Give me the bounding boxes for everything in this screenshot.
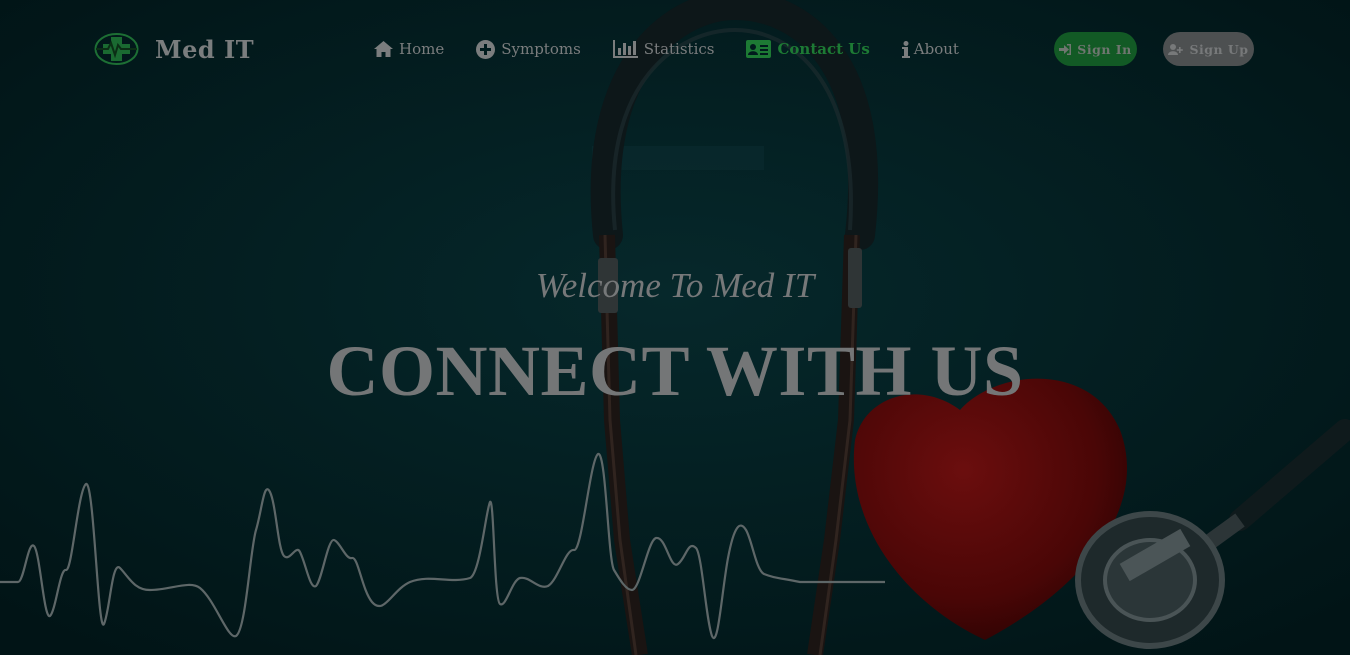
nav-contact-us-label: Contact Us — [777, 40, 870, 58]
heartbeat-line-graphic — [0, 452, 885, 640]
sign-in-button[interactable]: Sign In — [1054, 32, 1137, 66]
nav-statistics-label: Statistics — [643, 40, 715, 58]
brand[interactable]: Med IT — [94, 31, 254, 67]
sign-up-label: Sign Up — [1189, 41, 1249, 57]
brand-name: Med IT — [155, 34, 255, 64]
nav-symptoms-label: Symptoms — [501, 40, 581, 58]
bar-chart-icon — [612, 40, 638, 58]
page: Med IT Home Symptoms Statistics Contact … — [0, 0, 1350, 655]
nav-symptoms[interactable]: Symptoms — [476, 39, 581, 59]
hero-headline: CONNECT WITH US — [326, 331, 1024, 411]
nav-contact-us[interactable]: Contact Us — [746, 40, 870, 58]
nav-home[interactable]: Home — [374, 40, 444, 58]
hero-welcome-text: Welcome To Med IT — [535, 266, 815, 305]
medical-cross-heartbeat-icon — [94, 33, 139, 65]
nav-about-label: About — [913, 40, 959, 58]
id-card-icon — [746, 40, 772, 58]
nav-statistics[interactable]: Statistics — [612, 40, 715, 58]
main-nav: Home Symptoms Statistics Contact Us Abou… — [374, 37, 959, 61]
navbar: Med IT Home Symptoms Statistics Contact … — [0, 0, 1350, 98]
sign-in-label: Sign In — [1077, 41, 1132, 57]
sign-in-icon — [1059, 43, 1072, 55]
user-plus-icon — [1168, 43, 1184, 55]
nav-home-label: Home — [399, 40, 445, 58]
sign-up-button[interactable]: Sign Up — [1163, 32, 1254, 66]
nav-about[interactable]: About — [901, 40, 959, 58]
home-icon — [374, 41, 393, 57]
plus-circle-icon — [476, 39, 496, 59]
info-icon — [901, 40, 910, 58]
